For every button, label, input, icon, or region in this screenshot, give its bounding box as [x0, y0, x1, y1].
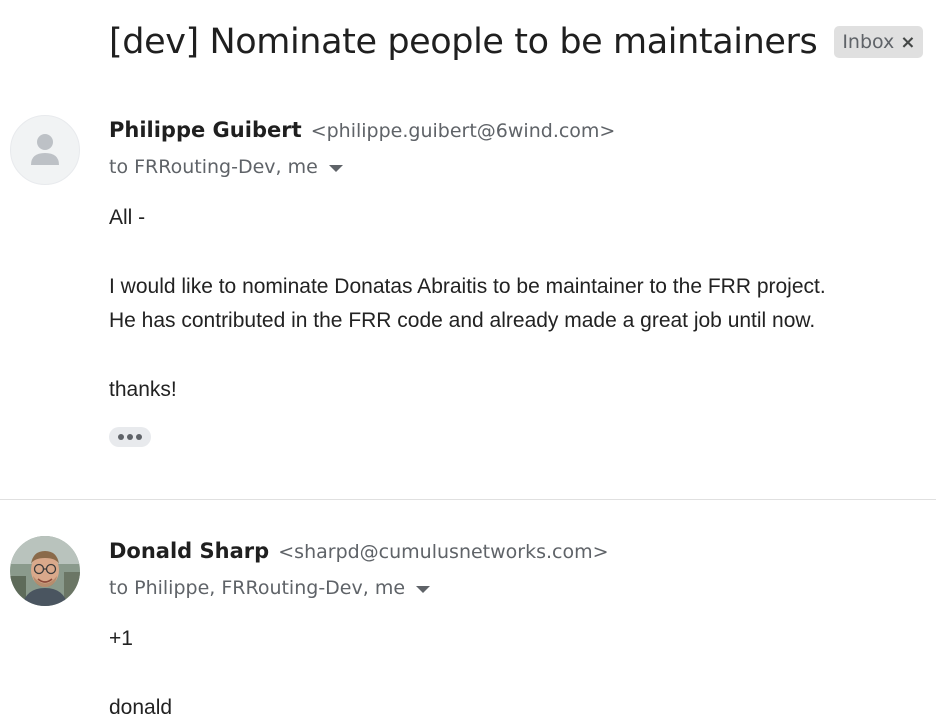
- profile-photo: [10, 536, 80, 606]
- avatar[interactable]: [10, 115, 80, 185]
- sender-name[interactable]: Donald Sharp: [109, 539, 269, 563]
- show-details-caret-icon[interactable]: [328, 165, 343, 172]
- thread-subject: [dev] Nominate people to be maintainers: [109, 22, 818, 62]
- sender-email: <sharpd@cumulusnetworks.com>: [278, 541, 609, 563]
- avatar[interactable]: [10, 536, 80, 606]
- recipients-text: to Philippe, FRRouting-Dev, me: [109, 577, 406, 599]
- message-body-line: He has contributed in the FRR code and a…: [109, 309, 816, 332]
- recipients-line: to FRRouting-Dev, me: [109, 156, 343, 178]
- message-body-line: All -: [109, 206, 146, 229]
- sender-email: <philippe.guibert@6wind.com>: [310, 120, 616, 142]
- label-chip-text: Inbox: [842, 31, 895, 53]
- ellipsis-dot: [118, 434, 124, 440]
- message-body-line: I would like to nominate Donatas Abraiti…: [109, 275, 826, 298]
- remove-label-icon[interactable]: ×: [900, 32, 915, 53]
- sender-line: Philippe Guibert <philippe.guibert@6wind…: [109, 118, 615, 142]
- sender-line: Donald Sharp <sharpd@cumulusnetworks.com…: [109, 539, 609, 563]
- show-trimmed-content-button[interactable]: [109, 427, 151, 447]
- default-person-icon: [31, 134, 59, 165]
- ellipsis-dot: [127, 434, 133, 440]
- message-divider: [0, 499, 936, 500]
- message-body-line: thanks!: [109, 378, 177, 401]
- recipients-text: to FRRouting-Dev, me: [109, 156, 318, 178]
- recipients-line: to Philippe, FRRouting-Dev, me: [109, 577, 431, 599]
- message-body-line: +1: [109, 627, 133, 650]
- ellipsis-dot: [136, 434, 142, 440]
- message-body-line: donald: [109, 696, 173, 719]
- label-chip-inbox[interactable]: Inbox ×: [834, 26, 924, 58]
- show-details-caret-icon[interactable]: [416, 586, 431, 593]
- subject-row: [dev] Nominate people to be maintainers …: [109, 14, 936, 70]
- sender-name[interactable]: Philippe Guibert: [109, 118, 302, 142]
